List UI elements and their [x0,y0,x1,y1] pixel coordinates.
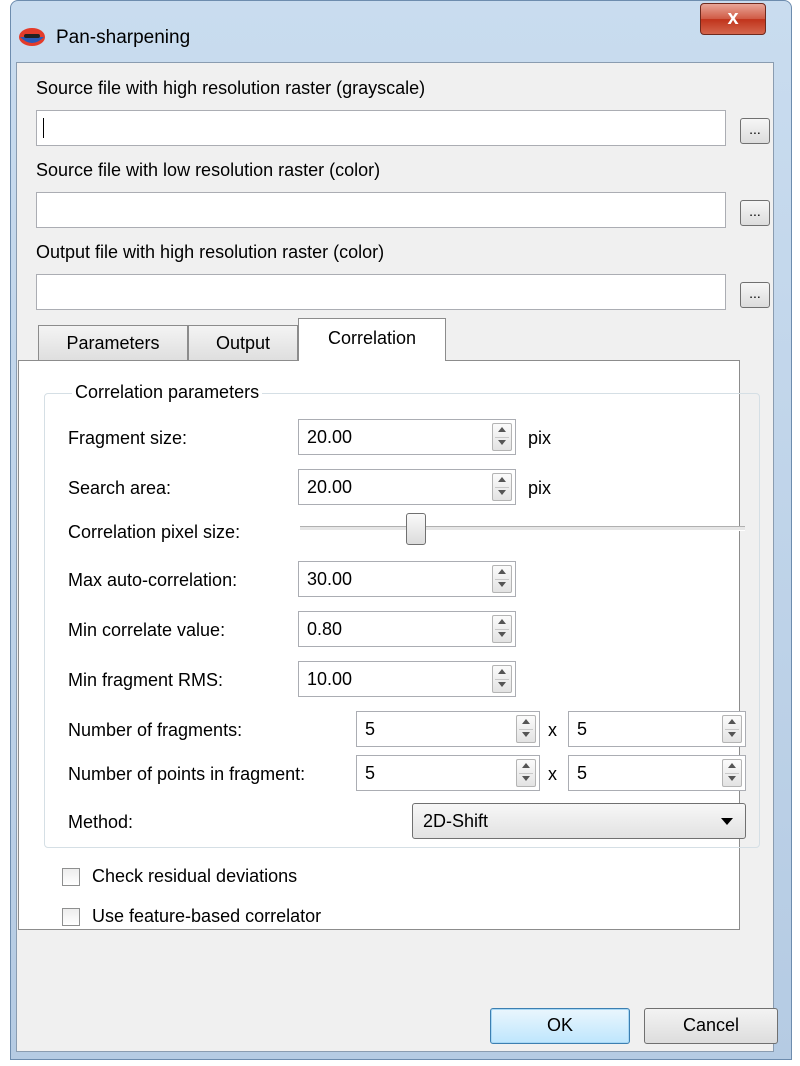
text-caret [43,118,44,138]
spin-arrows-icon[interactable] [722,759,742,787]
pixel-size-slider-thumb[interactable] [406,513,426,545]
fragment-size-label: Fragment size: [68,428,188,448]
method-label: Method: [68,812,134,832]
spin-arrows-icon[interactable] [516,759,536,787]
min-rms-label: Min fragment RMS: [68,670,224,690]
output-browse-button[interactable]: ... [740,282,770,308]
chevron-down-icon [721,818,733,825]
min-correlate-value: 0.80 [307,619,343,639]
tab-parameters[interactable]: Parameters [38,325,188,361]
pixel-size-slider-track[interactable] [300,526,745,531]
window-title: Pan-sharpening [56,27,191,48]
spin-arrows-icon[interactable] [722,715,742,743]
fragment-size-spinbox[interactable]: 20.00 [298,419,516,455]
num-points-x-value: 5 [365,763,376,783]
num-points-separator: x [548,764,557,784]
spin-arrows-icon[interactable] [492,615,512,643]
spin-arrows-icon[interactable] [492,473,512,501]
num-points-x-spinbox[interactable]: 5 [356,755,540,791]
min-correlate-label: Min correlate value: [68,620,226,640]
num-fragments-x-value: 5 [365,719,376,739]
spin-arrows-icon[interactable] [492,665,512,693]
method-value: 2D-Shift [423,811,489,831]
spin-arrows-icon[interactable] [492,423,512,451]
cancel-button[interactable]: Cancel [644,1008,778,1044]
search-area-spinbox[interactable]: 20.00 [298,469,516,505]
num-points-y-value: 5 [577,763,588,783]
num-points-label: Number of points in fragment: [68,764,306,784]
pixel-size-label: Correlation pixel size: [68,522,241,542]
close-button[interactable]: x [700,3,766,35]
high-res-browse-button[interactable]: ... [740,118,770,144]
min-correlate-spinbox[interactable]: 0.80 [298,611,516,647]
num-fragments-separator: x [548,720,557,740]
max-auto-correlation-value: 30.00 [307,569,353,589]
low-res-browse-button[interactable]: ... [740,200,770,226]
min-rms-spinbox[interactable]: 10.00 [298,661,516,697]
high-res-input[interactable] [36,110,726,146]
num-points-y-spinbox[interactable]: 5 [568,755,746,791]
spin-arrows-icon[interactable] [516,715,536,743]
search-area-label: Search area: [68,478,172,498]
low-res-input[interactable] [36,192,726,228]
num-fragments-label: Number of fragments: [68,720,243,740]
search-area-value: 20.00 [307,477,353,497]
max-auto-correlation-spinbox[interactable]: 30.00 [298,561,516,597]
check-residual-checkbox[interactable] [62,868,80,886]
num-fragments-y-spinbox[interactable]: 5 [568,711,746,747]
feature-correlator-checkbox[interactable] [62,908,80,926]
method-dropdown[interactable]: 2D-Shift [412,803,746,839]
check-residual-label[interactable]: Check residual deviations [92,866,297,887]
tab-correlation[interactable]: Correlation [298,318,446,361]
num-fragments-x-spinbox[interactable]: 5 [356,711,540,747]
tab-output[interactable]: Output [188,325,298,361]
low-res-label: Source file with low resolution raster (… [36,160,381,180]
spin-arrows-icon[interactable] [492,565,512,593]
max-auto-correlation-label: Max auto-correlation: [68,570,238,590]
output-input[interactable] [36,274,726,310]
num-fragments-y-value: 5 [577,719,588,739]
search-area-unit: pix [528,478,552,498]
min-rms-value: 10.00 [307,669,353,689]
app-icon [19,28,45,46]
group-title: Correlation parameters [72,382,263,403]
output-label: Output file with high resolution raster … [36,242,385,262]
fragment-size-value: 20.00 [307,427,353,447]
high-res-label: Source file with high resolution raster … [36,78,426,98]
feature-correlator-label[interactable]: Use feature-based correlator [92,906,321,927]
ok-button[interactable]: OK [490,1008,630,1044]
fragment-size-unit: pix [528,428,552,448]
